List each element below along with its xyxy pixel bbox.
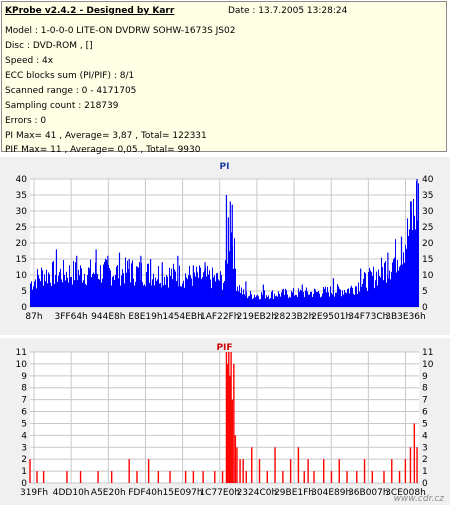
info-ecc: ECC blocks sum (PI/PIF) : 8/1	[5, 71, 135, 81]
pi-ytick-right: 35	[422, 191, 433, 201]
app-title: KProbe v2.4.2 - Designed by Karr	[5, 6, 175, 16]
pif-ytick-left: 1	[21, 467, 27, 477]
pif-xtick: 15E097h	[163, 488, 203, 498]
pi-ytick-left: 40	[16, 175, 28, 185]
pif-xtick: 1C77E0h	[199, 488, 240, 498]
pi-ytick-right: 20	[422, 239, 434, 249]
pi-chart-title: PI	[220, 162, 230, 172]
info-pif: PIF Max= 11 , Average= 0,05 , Total= 993…	[5, 145, 201, 155]
pif-ytick-right: 5	[422, 419, 428, 429]
info-speed: Speed : 4x	[5, 56, 54, 66]
pif-ytick-right: 6	[422, 408, 428, 418]
pif-ytick-left: 3	[21, 443, 27, 453]
pi-xtick: 34F73Ch	[348, 312, 388, 322]
pi-ytick-right: 10	[422, 271, 434, 281]
scan-date: Date : 13.7.2005 13:28:24	[228, 6, 348, 16]
pif-ytick-left: 10	[16, 360, 28, 370]
pi-ytick-right: 15	[422, 255, 433, 265]
pi-xtick: 219EB2h	[237, 312, 277, 322]
pi-ytick-left: 30	[16, 207, 28, 217]
pif-ytick-right: 8	[422, 384, 428, 394]
info-pi: PI Max= 41 , Average= 3,87 , Total= 1223…	[5, 131, 207, 141]
pif-xtick: 29BE1Fh	[274, 488, 314, 498]
pif-xtick: 319Fh	[20, 488, 48, 498]
pif-plot-area	[30, 352, 419, 483]
pif-ytick-left: 9	[21, 372, 27, 382]
pi-chart: PI0 05 510 1015 1520 2025 2530 3035 3540 4087h 3FF…	[16, 162, 434, 322]
pif-ytick-left: 2	[21, 455, 27, 465]
pif-ytick-right: 10	[422, 360, 434, 370]
info-range: Scanned range : 0 - 4171705	[5, 86, 137, 96]
pif-ytick-right: 2	[422, 455, 428, 465]
pi-xtick: 3B3E36h	[385, 312, 425, 322]
watermark: www.cdr.cz	[393, 494, 444, 504]
info-sampling: Sampling count : 218739	[5, 101, 119, 111]
pif-ytick-right: 7	[422, 396, 428, 406]
pif-ytick-right: 4	[422, 431, 428, 441]
pif-ytick-left: 7	[21, 396, 27, 406]
pi-chart-panel: PI 0 0 5 5 10 10 15 15 20 20 25 25 30 30 35 35 40 40 87h 3FF…	[0, 157, 450, 335]
pif-xtick: A5E20h	[91, 488, 126, 498]
pi-ytick-left: 5	[21, 287, 27, 297]
pi-ytick-right: 25	[422, 223, 433, 233]
pi-xtick: 87h	[25, 312, 42, 322]
pi-xtick: 1454EBh	[162, 312, 202, 322]
pif-xtick: 2324C0h	[237, 488, 278, 498]
pi-ytick-left: 25	[16, 223, 27, 233]
pif-chart-panel: PIF 0 0 1 1 2 2 3 3 4 4 5 5 6 6 7 7 8 8 9 9 10 10 11 11 319Fh 4DD1…	[0, 338, 450, 505]
pif-xtick: FDF40h	[128, 488, 162, 498]
pi-xtick: 2E9501h	[311, 312, 351, 322]
pif-ytick-left: 5	[21, 419, 27, 429]
pif-ytick-left: 11	[16, 348, 27, 358]
pi-ytick-right: 30	[422, 207, 434, 217]
pi-xtick: 1AF22Fh	[200, 312, 239, 322]
pif-ytick-left: 8	[21, 384, 27, 394]
pi-ytick-left: 10	[16, 271, 28, 281]
pif-ytick-left: 4	[21, 431, 27, 441]
pi-ytick-left: 15	[16, 255, 27, 265]
pif-chart: PIF0 01 12 23 34 45 56 67 78 89 910 1011 11319Fh 4DD1…	[16, 343, 434, 498]
pi-xtick: 3FF64h	[55, 312, 88, 322]
pif-xtick: 304E89h	[311, 488, 351, 498]
info-errors: Errors : 0	[5, 116, 47, 126]
pif-xtick: 36B007h	[348, 488, 389, 498]
pif-ytick-right: 3	[422, 443, 428, 453]
pif-ytick-right: 9	[422, 372, 428, 382]
pif-ytick-left: 6	[21, 408, 27, 418]
pi-ytick-right: 40	[422, 175, 434, 185]
pi-xtick: 944E8h	[91, 312, 125, 322]
pi-ytick-left: 20	[16, 239, 28, 249]
info-panel: KProbe v2.4.2 - Designed by Karr Date : …	[1, 1, 447, 155]
pi-ytick-right: 5	[422, 287, 428, 297]
pi-xtick: E8E19h	[128, 312, 162, 322]
pif-ytick-right: 11	[422, 348, 433, 358]
pi-ytick-left: 35	[16, 191, 27, 201]
info-disc: Disc : DVD-ROM , []	[5, 41, 93, 51]
info-model: Model : 1-0-0-0 LITE-ON DVDRW SOHW-1673S…	[5, 26, 236, 36]
pi-xtick: 2823B2h	[274, 312, 315, 322]
pif-xtick: 4DD10h	[53, 488, 90, 498]
pif-ytick-right: 1	[422, 467, 428, 477]
